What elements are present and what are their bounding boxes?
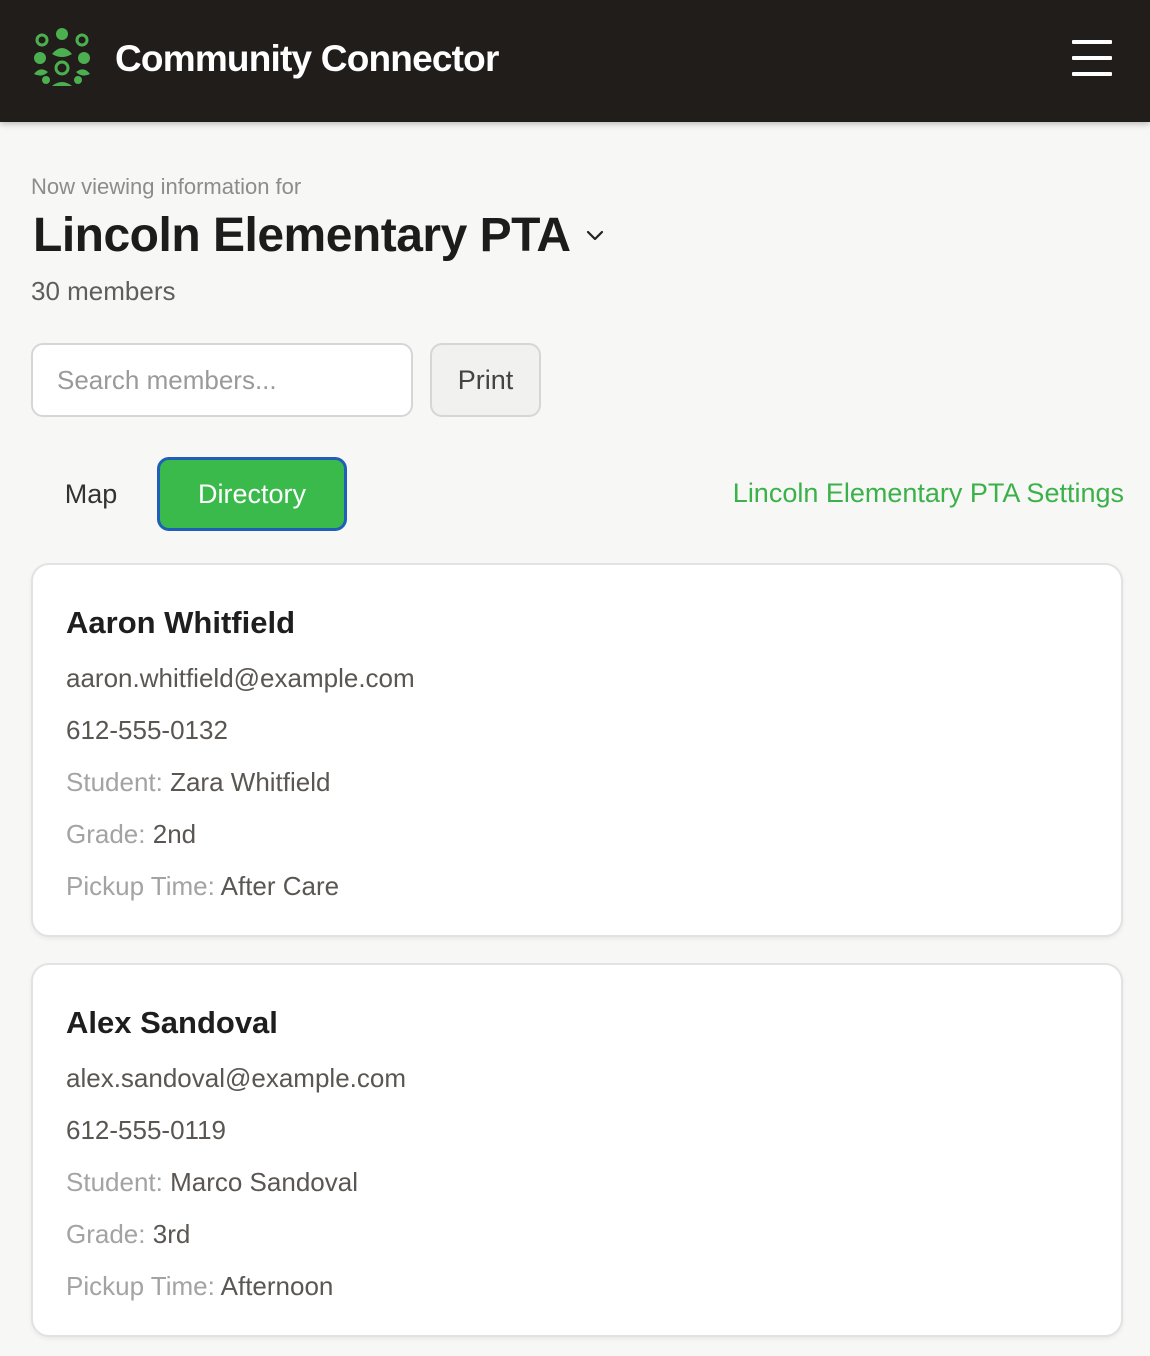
student-name: Marco Sandoval [170,1167,358,1197]
member-grade: Grade: 3rd [66,1219,190,1250]
community-logo-icon[interactable] [30,26,94,90]
member-name: Alex Sandoval [66,1005,278,1040]
pickup-label: Pickup Time: [66,1271,215,1301]
member-grade: Grade: 2nd [66,819,196,850]
member-phone[interactable]: 612-555-0119 [66,1115,226,1146]
member-email[interactable]: alex.sandoval@example.com [66,1063,406,1094]
hamburger-menu-icon[interactable] [1068,38,1116,78]
member-email[interactable]: aaron.whitfield@example.com [66,663,415,694]
top-navigation-bar: Community Connector [0,0,1150,122]
member-student: Student: Marco Sandoval [66,1167,358,1198]
grade-value: 3rd [152,1219,191,1249]
student-label: Student: [66,1167,163,1197]
chevron-down-icon[interactable] [582,225,608,245]
grade-value: 2nd [152,819,197,849]
group-settings-link[interactable]: Lincoln Elementary PTA Settings [733,478,1124,509]
print-button[interactable]: Print [430,343,541,417]
grade-label: Grade: [66,819,146,849]
member-card: Alex Sandoval alex.sandoval@example.com … [31,963,1123,1337]
student-label: Student: [66,767,163,797]
member-student: Student: Zara Whitfield [66,767,330,798]
app-title: Community Connector [115,38,499,79]
pickup-value: After Care [220,871,340,901]
member-pickup: Pickup Time: Afternoon [66,1271,333,1302]
viewing-label: Now viewing information for [31,174,302,199]
member-count: 30 members [31,276,176,306]
group-title[interactable]: Lincoln Elementary PTA [33,208,571,263]
student-name: Zara Whitfield [170,767,331,797]
member-card: Aaron Whitfield aaron.whitfield@example.… [31,563,1123,937]
tab-map[interactable]: Map [40,458,142,530]
search-input[interactable] [31,343,413,417]
pickup-label: Pickup Time: [66,871,215,901]
tab-directory[interactable]: Directory [157,457,347,531]
grade-label: Grade: [66,1219,146,1249]
member-phone[interactable]: 612-555-0132 [66,715,228,746]
member-name: Aaron Whitfield [66,605,296,640]
pickup-value: Afternoon [220,1271,334,1301]
member-pickup: Pickup Time: After Care [66,871,339,902]
